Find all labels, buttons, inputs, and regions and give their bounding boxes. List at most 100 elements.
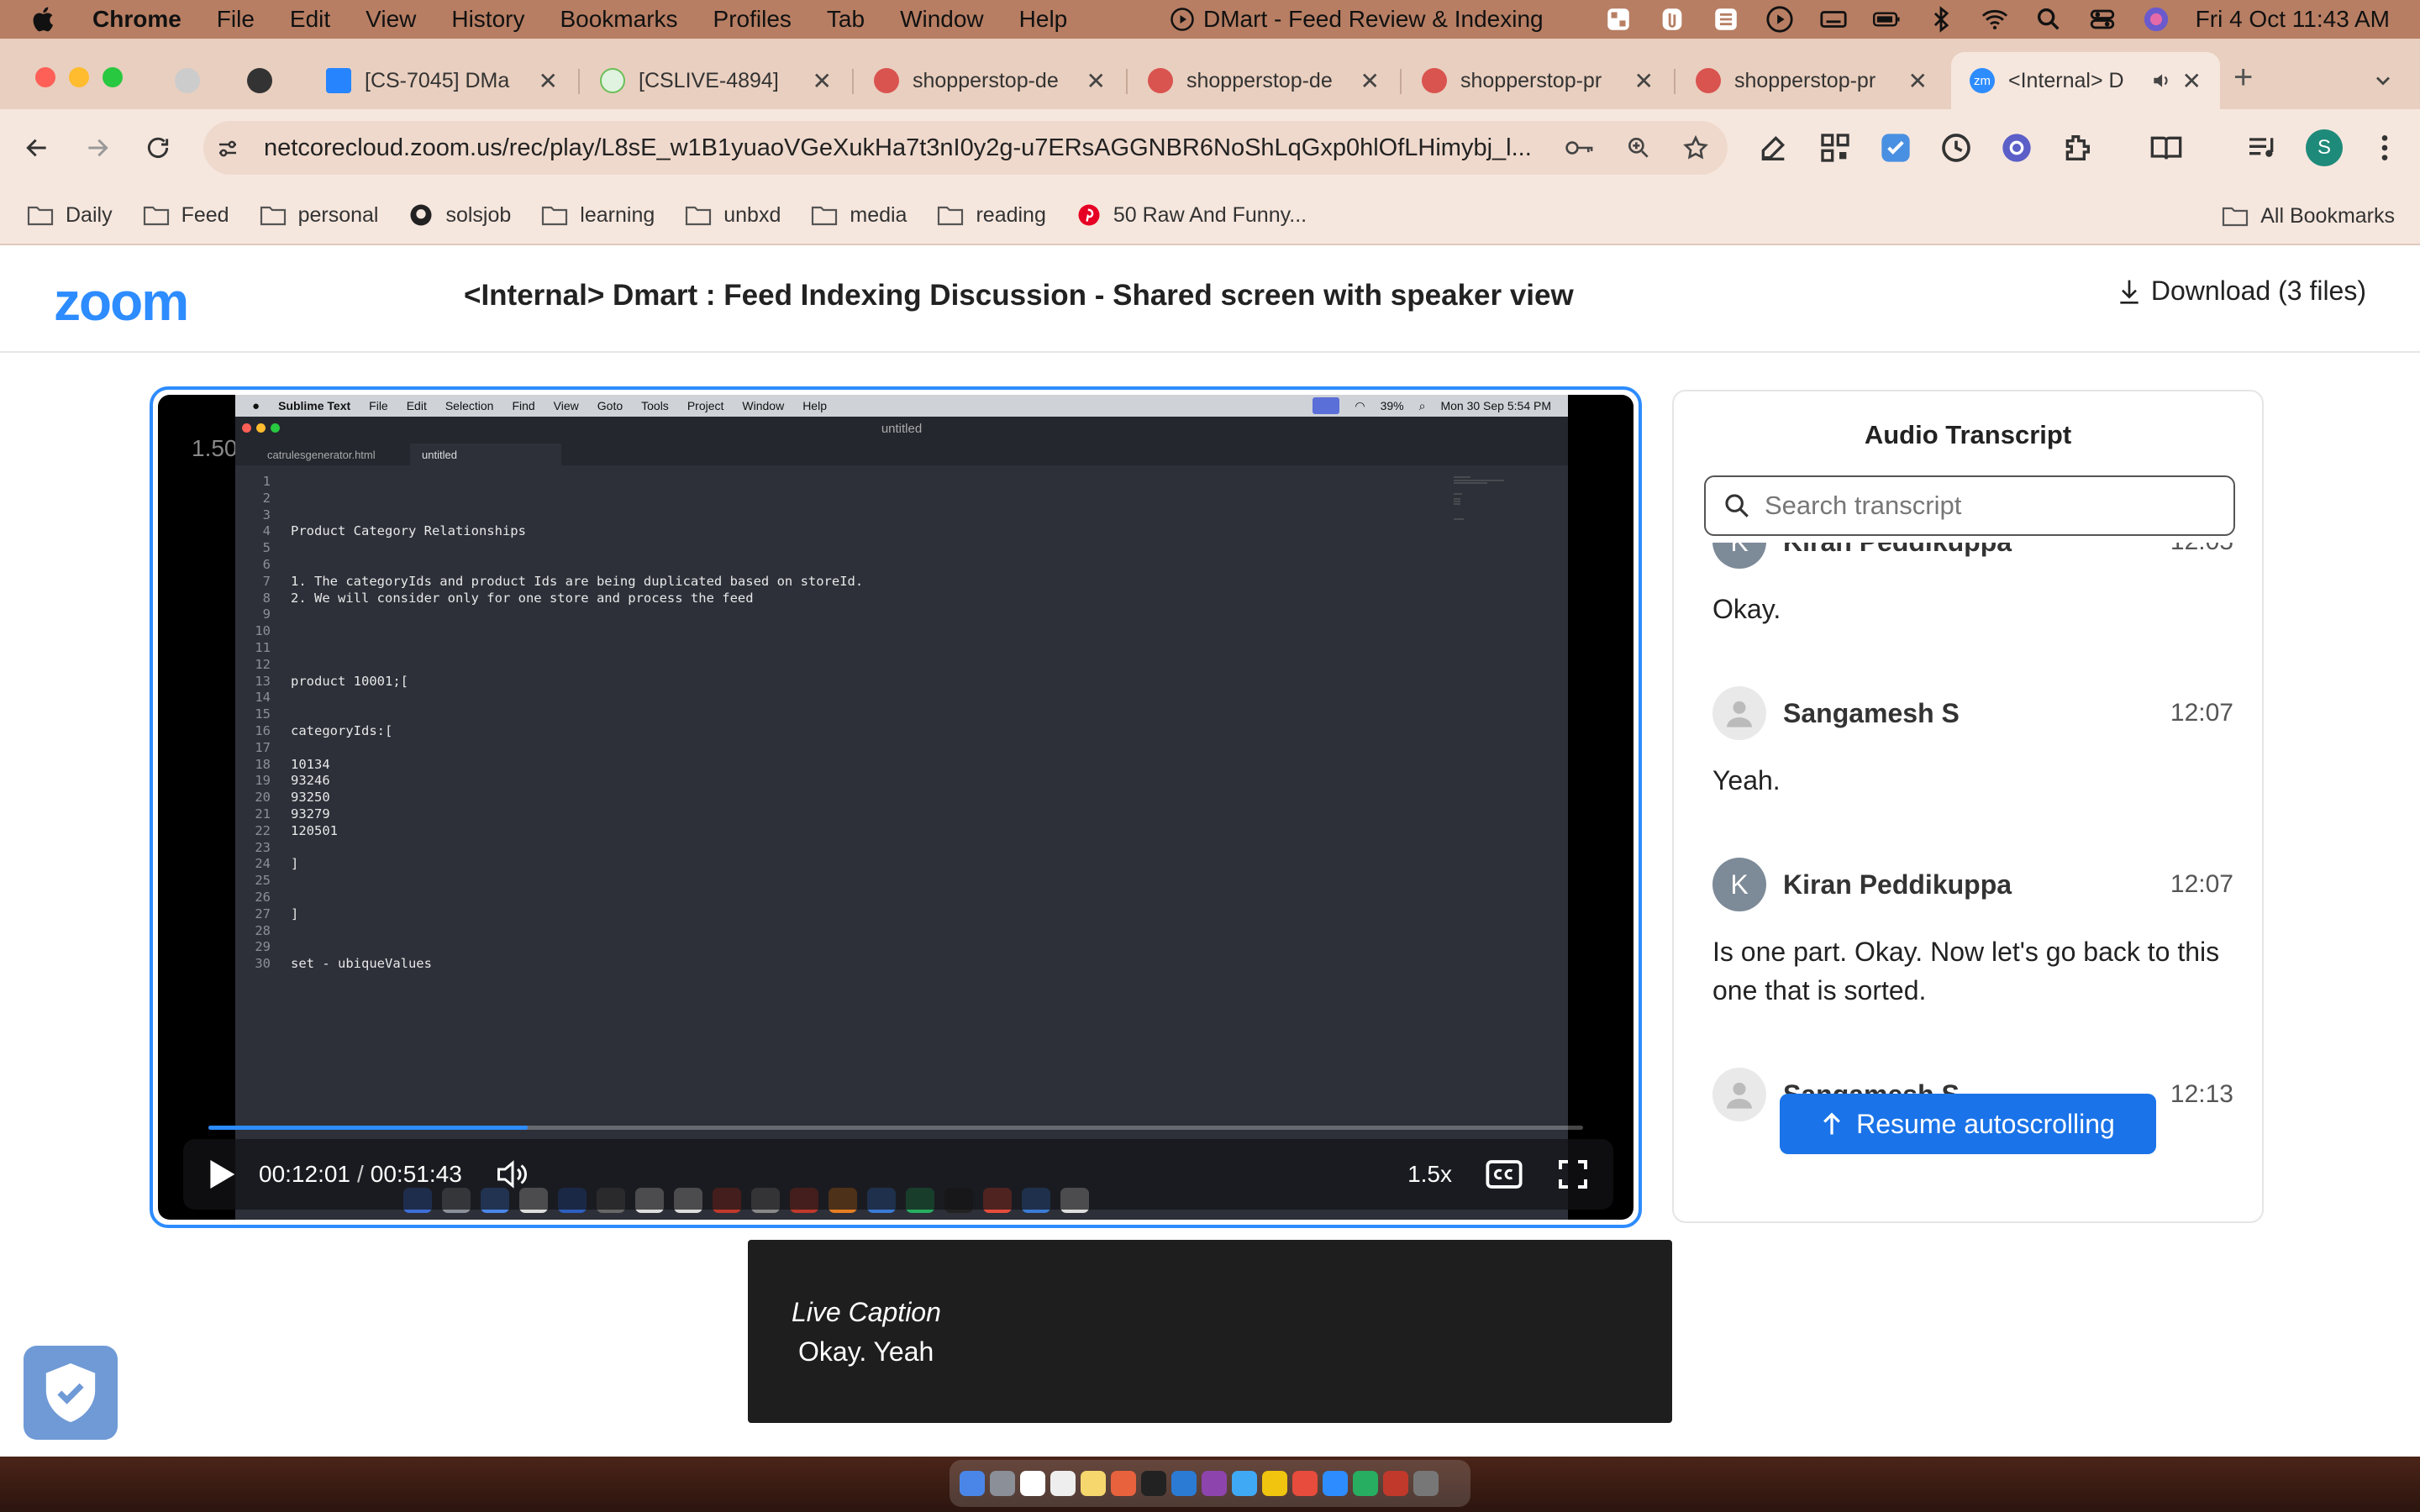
close-tab-icon[interactable]: ✕ bbox=[539, 67, 558, 95]
menubar-window-title[interactable]: DMart - Feed Review & Indexing bbox=[1170, 0, 1544, 39]
forward-button[interactable] bbox=[77, 128, 118, 168]
captions-button[interactable] bbox=[1486, 1159, 1523, 1189]
menu-tab[interactable]: Tab bbox=[827, 6, 865, 33]
app-icon[interactable] bbox=[1353, 1471, 1378, 1496]
bookmark-star-icon[interactable] bbox=[1682, 134, 1709, 161]
bookmark-daily[interactable]: Daily bbox=[27, 203, 113, 228]
back-button[interactable] bbox=[17, 128, 57, 168]
spotlight-search-icon[interactable] bbox=[2034, 5, 2063, 34]
app-grid-icon[interactable] bbox=[1604, 5, 1633, 34]
more-menu-icon[interactable] bbox=[2368, 131, 2402, 165]
bluetooth-icon[interactable] bbox=[1927, 5, 1955, 34]
zoom-app-icon[interactable] bbox=[1323, 1471, 1348, 1496]
bookmark-learning[interactable]: learning bbox=[541, 203, 655, 228]
tab-search-chevron-icon[interactable] bbox=[2371, 69, 2395, 92]
close-window-button[interactable] bbox=[35, 67, 55, 87]
menu-app-name[interactable]: Chrome bbox=[92, 6, 182, 33]
download-button[interactable]: Download (3 files) bbox=[2118, 276, 2366, 307]
reload-button[interactable] bbox=[138, 128, 178, 168]
clock-history-icon[interactable] bbox=[1939, 131, 1973, 165]
extension-check-icon[interactable] bbox=[1879, 131, 1912, 165]
tab-jira[interactable]: [CS-7045] DMa ✕ bbox=[308, 52, 576, 109]
menu-history[interactable]: History bbox=[451, 6, 524, 33]
reminders-icon[interactable] bbox=[1050, 1471, 1076, 1496]
battery-icon[interactable] bbox=[1872, 5, 1902, 34]
trash-icon[interactable] bbox=[1413, 1471, 1439, 1496]
app-icon[interactable] bbox=[1202, 1471, 1227, 1496]
finder-icon[interactable] bbox=[960, 1471, 985, 1496]
video-frame[interactable]: 1.50 ● Sublime Text File Edit Selection … bbox=[158, 395, 1634, 1220]
seek-bar[interactable] bbox=[208, 1126, 1583, 1130]
reading-list-icon[interactable] bbox=[2149, 131, 2183, 165]
bookmark-reading[interactable]: reading bbox=[937, 203, 1046, 228]
tab-shopperstop-4[interactable]: shopperstop-pr ✕ bbox=[1677, 52, 1946, 109]
profile-avatar[interactable]: S bbox=[2306, 129, 2343, 166]
extension-at-icon[interactable] bbox=[2000, 131, 2033, 165]
notes-icon[interactable] bbox=[1081, 1471, 1106, 1496]
close-tab-icon[interactable]: ✕ bbox=[1634, 67, 1654, 95]
close-tab-icon[interactable]: ✕ bbox=[1908, 67, 1928, 95]
all-bookmarks[interactable]: All Bookmarks bbox=[2222, 186, 2395, 245]
qr-code-icon[interactable] bbox=[1818, 131, 1852, 165]
bookmark-unbxd[interactable]: unbxd bbox=[685, 203, 781, 228]
calendar-icon[interactable] bbox=[1020, 1471, 1045, 1496]
menu-file[interactable]: File bbox=[217, 6, 255, 33]
close-tab-icon[interactable]: ✕ bbox=[813, 67, 832, 95]
menu-view[interactable]: View bbox=[366, 6, 416, 33]
chrome-icon[interactable] bbox=[1262, 1471, 1287, 1496]
close-tab-icon[interactable]: ✕ bbox=[2182, 67, 2202, 95]
app-icon[interactable] bbox=[1292, 1471, 1318, 1496]
playback-speed-button[interactable]: 1.5x bbox=[1407, 1161, 1452, 1188]
keyboard-icon[interactable] bbox=[1819, 5, 1848, 34]
close-tab-icon[interactable]: ✕ bbox=[1360, 67, 1380, 95]
play-button[interactable] bbox=[205, 1158, 239, 1190]
filezilla-icon[interactable] bbox=[1383, 1471, 1408, 1496]
tab-pinned-2[interactable] bbox=[229, 52, 301, 109]
media-play-icon[interactable] bbox=[1765, 5, 1794, 34]
site-info-icon[interactable] bbox=[215, 136, 240, 161]
volume-button[interactable] bbox=[496, 1159, 529, 1189]
menu-bookmarks[interactable]: Bookmarks bbox=[560, 6, 677, 33]
transcript-entry[interactable]: K Kiran Peddikuppa 12:05 Okay. bbox=[1712, 543, 2233, 628]
tab-pinned-1[interactable] bbox=[156, 52, 229, 109]
menu-profiles[interactable]: Profiles bbox=[713, 6, 792, 33]
zoom-in-icon[interactable] bbox=[1625, 134, 1652, 161]
audio-playing-icon[interactable] bbox=[2150, 70, 2172, 92]
control-center-icon[interactable] bbox=[2088, 5, 2117, 34]
zoom-logo[interactable]: zoom bbox=[54, 270, 189, 333]
bookmark-feed[interactable]: Feed bbox=[143, 203, 229, 228]
address-bar[interactable]: netcorecloud.zoom.us/rec/play/L8sE_w1B1y… bbox=[203, 121, 1728, 175]
close-tab-icon[interactable]: ✕ bbox=[1086, 67, 1106, 95]
apple-icon[interactable] bbox=[30, 5, 59, 34]
grid-menu-icon[interactable] bbox=[1712, 5, 1740, 34]
password-key-icon[interactable] bbox=[1565, 134, 1595, 161]
transcript-search-input[interactable] bbox=[1765, 491, 2218, 521]
new-tab-button[interactable]: + bbox=[2233, 59, 2253, 97]
app-icon[interactable] bbox=[1232, 1471, 1257, 1496]
video-player[interactable]: 1.50 ● Sublime Text File Edit Selection … bbox=[150, 386, 1642, 1228]
minimize-window-button[interactable] bbox=[69, 67, 89, 87]
tab-shopperstop-2[interactable]: shopperstop-de ✕ bbox=[1129, 52, 1398, 109]
transcript-entry[interactable]: Sangamesh S 12:07 Yeah. bbox=[1712, 684, 2233, 800]
bookmark-media[interactable]: media bbox=[811, 203, 907, 228]
wifi-icon[interactable] bbox=[1981, 5, 2009, 34]
maximize-window-button[interactable] bbox=[103, 67, 123, 87]
tab-zoom-active[interactable]: zm <Internal> D ✕ bbox=[1951, 52, 2220, 109]
launchpad-icon[interactable] bbox=[990, 1471, 1015, 1496]
tab-shopperstop-3[interactable]: shopperstop-pr ✕ bbox=[1403, 52, 1672, 109]
tab-cslive[interactable]: [CSLIVE-4894] ✕ bbox=[581, 52, 850, 109]
tab-shopperstop-1[interactable]: shopperstop-de ✕ bbox=[855, 52, 1124, 109]
bookmark-personal[interactable]: personal bbox=[260, 203, 378, 228]
menubar-clock[interactable]: Fri 4 Oct 11:43 AM bbox=[2196, 6, 2390, 33]
vscode-icon[interactable] bbox=[1171, 1471, 1197, 1496]
brave-icon[interactable] bbox=[1111, 1471, 1136, 1496]
resume-autoscrolling-button[interactable]: Resume autoscrolling bbox=[1780, 1094, 2156, 1154]
fullscreen-button[interactable] bbox=[1558, 1159, 1588, 1189]
edit-pen-icon[interactable] bbox=[1756, 131, 1790, 165]
terminal-icon[interactable] bbox=[1141, 1471, 1166, 1496]
menu-window[interactable]: Window bbox=[900, 6, 984, 33]
live-caption-box[interactable]: Live Caption Okay. Yeah bbox=[748, 1240, 1672, 1423]
media-controls-icon[interactable] bbox=[2245, 131, 2279, 165]
siri-icon[interactable] bbox=[2142, 5, 2170, 34]
bookmark-pinterest[interactable]: 50 Raw And Funny... bbox=[1076, 202, 1307, 228]
